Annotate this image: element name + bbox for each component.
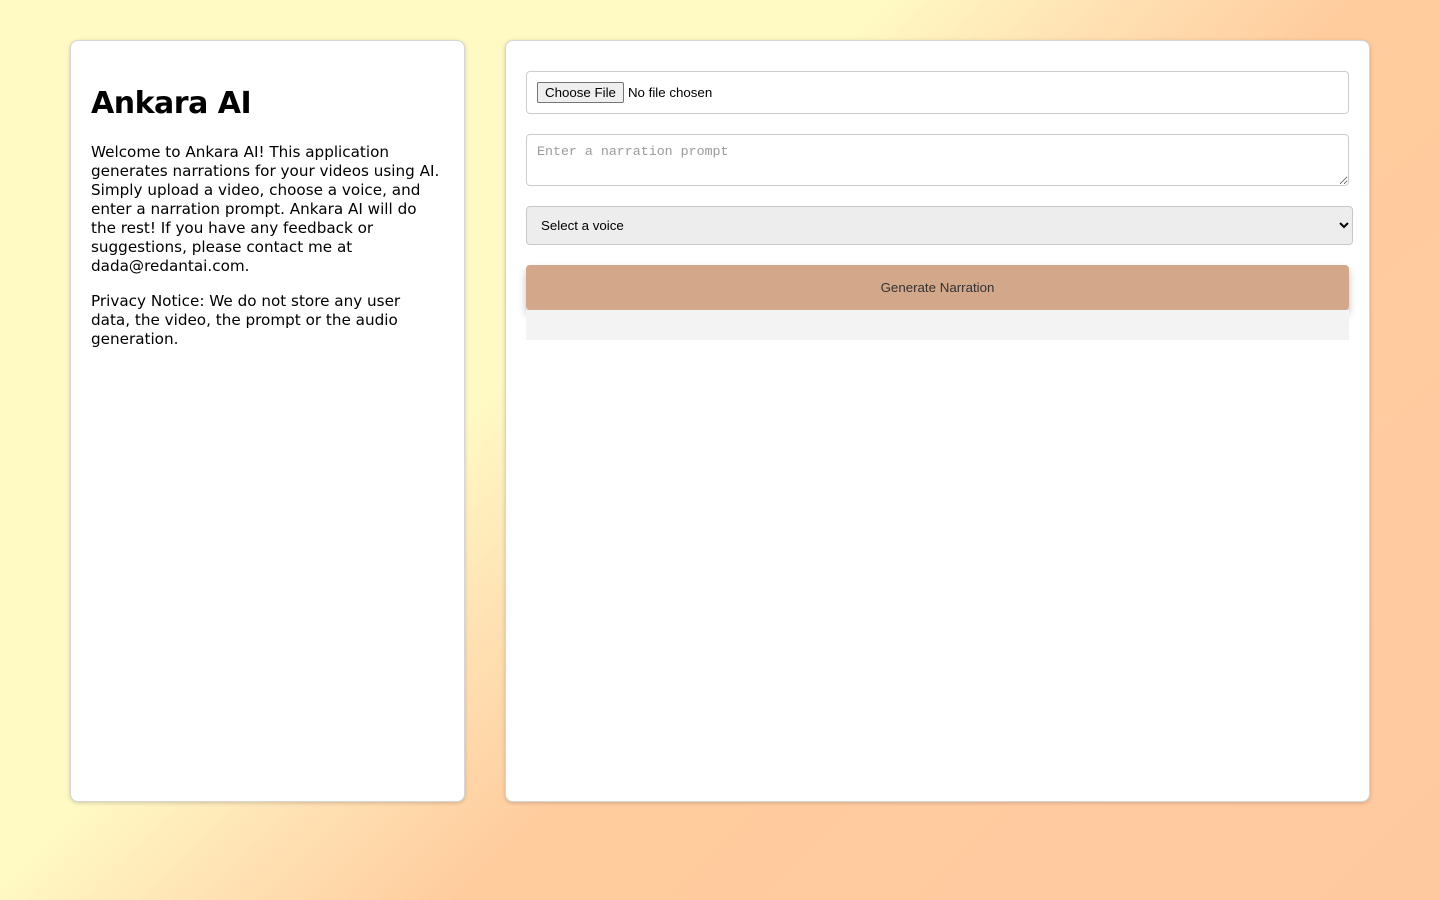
- info-panel: Ankara AI Welcome to Ankara AI! This app…: [70, 40, 465, 802]
- app-title: Ankara AI: [91, 86, 252, 121]
- choose-file-button[interactable]: Choose File: [537, 82, 624, 103]
- file-status-text: No file chosen: [627, 85, 713, 100]
- output-area: [526, 310, 1349, 340]
- intro-text: Welcome to Ankara AI! This application g…: [91, 143, 440, 275]
- narration-form-panel: Choose File No file chosen Select a voic…: [505, 40, 1370, 802]
- generate-narration-button[interactable]: Generate Narration: [526, 265, 1349, 310]
- video-file-input: Choose File No file chosen: [526, 71, 1349, 114]
- voice-select[interactable]: Select a voice: [526, 206, 1353, 245]
- privacy-notice: Privacy Notice: We do not store any user…: [91, 292, 401, 348]
- narration-prompt-input[interactable]: [526, 134, 1349, 186]
